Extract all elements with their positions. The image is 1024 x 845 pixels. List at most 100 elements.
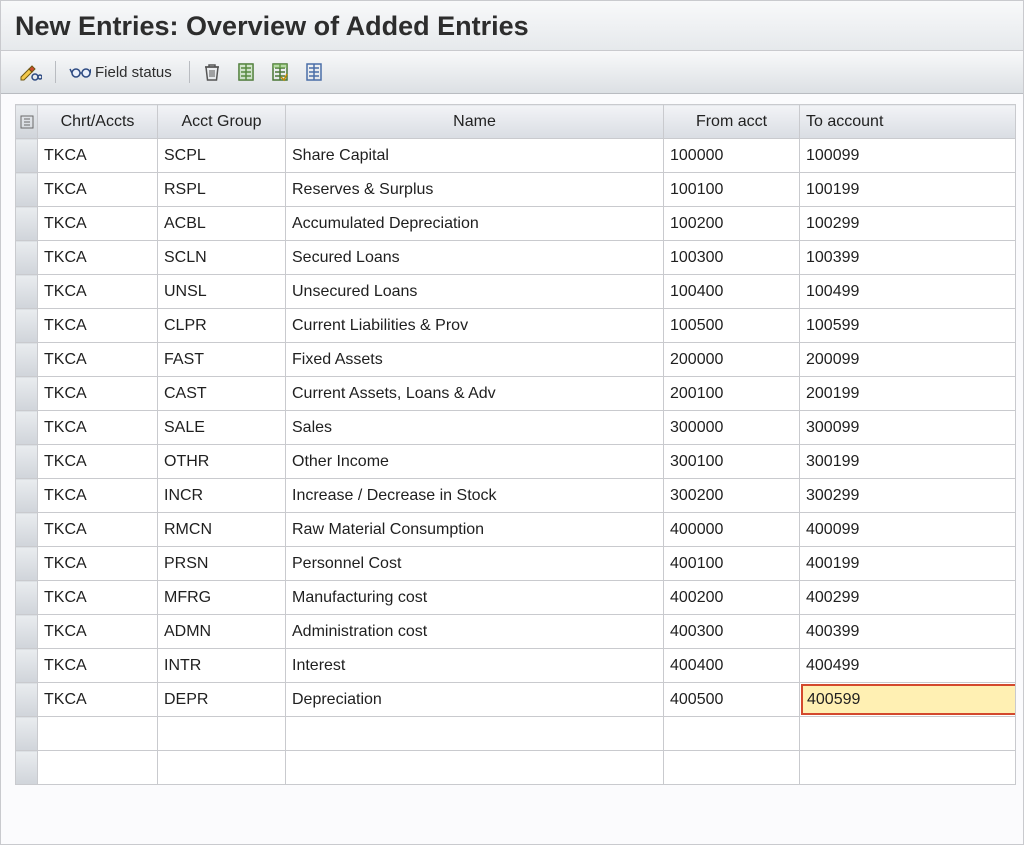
cell-from-acct[interactable]: 400000 (664, 513, 800, 547)
cell-chrt-accts[interactable]: TKCA (38, 241, 158, 275)
cell-acct-group[interactable]: FAST (158, 343, 286, 377)
cell-name[interactable]: Current Assets, Loans & Adv (286, 377, 664, 411)
row-selector[interactable] (16, 479, 38, 513)
cell-name[interactable]: Depreciation (286, 683, 664, 717)
cell-from-acct[interactable]: 100200 (664, 207, 800, 241)
cell-acct-group[interactable]: INTR (158, 649, 286, 683)
cell-from-acct[interactable]: 400100 (664, 547, 800, 581)
cell-to-account[interactable]: 400299 (800, 581, 1016, 615)
cell-to-account[interactable]: 400099 (800, 513, 1016, 547)
cell-from-acct[interactable]: 200100 (664, 377, 800, 411)
col-header-name[interactable]: Name (286, 105, 664, 139)
cell-chrt-accts[interactable]: TKCA (38, 513, 158, 547)
row-selector[interactable] (16, 309, 38, 343)
cell-from-acct[interactable]: 100100 (664, 173, 800, 207)
row-selector[interactable] (16, 173, 38, 207)
cell-empty[interactable] (800, 717, 1016, 751)
cell-to-account[interactable]: 100099 (800, 139, 1016, 173)
row-selector[interactable] (16, 139, 38, 173)
cell-acct-group[interactable]: PRSN (158, 547, 286, 581)
cell-to-account[interactable]: 200099 (800, 343, 1016, 377)
cell-acct-group[interactable]: CAST (158, 377, 286, 411)
cell-to-account[interactable]: 200199 (800, 377, 1016, 411)
cell-empty[interactable] (664, 717, 800, 751)
cell-to-account[interactable]: 100599 (800, 309, 1016, 343)
cell-acct-group[interactable]: OTHR (158, 445, 286, 479)
select-all-rows-corner[interactable] (16, 105, 38, 139)
cell-acct-group[interactable]: SCLN (158, 241, 286, 275)
col-header-chrt-accts[interactable]: Chrt/Accts (38, 105, 158, 139)
cell-from-acct[interactable]: 400300 (664, 615, 800, 649)
table-settings-button[interactable] (300, 59, 328, 85)
cell-from-acct[interactable]: 300200 (664, 479, 800, 513)
cell-from-acct[interactable]: 300100 (664, 445, 800, 479)
cell-chrt-accts[interactable]: TKCA (38, 615, 158, 649)
row-selector[interactable] (16, 615, 38, 649)
cell-from-acct[interactable]: 100500 (664, 309, 800, 343)
cell-to-account[interactable]: 300199 (800, 445, 1016, 479)
row-selector[interactable] (16, 649, 38, 683)
col-header-to-account[interactable]: To account (800, 105, 1016, 139)
cell-acct-group[interactable]: ADMN (158, 615, 286, 649)
cell-acct-group[interactable]: UNSL (158, 275, 286, 309)
cell-to-account[interactable]: 100399 (800, 241, 1016, 275)
cell-from-acct[interactable]: 100300 (664, 241, 800, 275)
cell-chrt-accts[interactable]: TKCA (38, 479, 158, 513)
cell-from-acct[interactable]: 400200 (664, 581, 800, 615)
row-selector[interactable] (16, 207, 38, 241)
cell-acct-group[interactable]: DEPR (158, 683, 286, 717)
row-selector[interactable] (16, 445, 38, 479)
row-selector[interactable] (16, 411, 38, 445)
cell-acct-group[interactable]: RMCN (158, 513, 286, 547)
cell-chrt-accts[interactable]: TKCA (38, 683, 158, 717)
select-all-button[interactable] (232, 59, 260, 85)
cell-chrt-accts[interactable]: TKCA (38, 581, 158, 615)
cell-chrt-accts[interactable]: TKCA (38, 309, 158, 343)
cell-name[interactable]: Personnel Cost (286, 547, 664, 581)
cell-from-acct[interactable]: 300000 (664, 411, 800, 445)
row-selector[interactable] (16, 717, 38, 751)
cell-acct-group[interactable]: CLPR (158, 309, 286, 343)
cell-empty[interactable] (800, 751, 1016, 785)
row-selector[interactable] (16, 581, 38, 615)
col-header-acct-group[interactable]: Acct Group (158, 105, 286, 139)
cell-chrt-accts[interactable]: TKCA (38, 207, 158, 241)
account-group-table[interactable]: Chrt/Accts Acct Group Name From acct To … (15, 104, 1016, 785)
cell-chrt-accts[interactable]: TKCA (38, 275, 158, 309)
cell-chrt-accts[interactable]: TKCA (38, 377, 158, 411)
cell-acct-group[interactable]: INCR (158, 479, 286, 513)
cell-acct-group[interactable]: RSPL (158, 173, 286, 207)
col-header-from-acct[interactable]: From acct (664, 105, 800, 139)
cell-chrt-accts[interactable]: TKCA (38, 343, 158, 377)
cell-to-account[interactable]: 300099 (800, 411, 1016, 445)
cell-from-acct[interactable]: 400400 (664, 649, 800, 683)
row-selector[interactable] (16, 275, 38, 309)
cell-to-account[interactable]: 400199 (800, 547, 1016, 581)
cell-name[interactable]: Administration cost (286, 615, 664, 649)
cell-to-account[interactable]: 100499 (800, 275, 1016, 309)
cell-chrt-accts[interactable]: TKCA (38, 547, 158, 581)
cell-empty[interactable] (38, 717, 158, 751)
cell-name[interactable]: Manufacturing cost (286, 581, 664, 615)
field-status-button[interactable]: Field status (64, 59, 181, 85)
cell-empty[interactable] (664, 751, 800, 785)
cell-chrt-accts[interactable]: TKCA (38, 139, 158, 173)
to-account-input[interactable] (801, 684, 1016, 715)
cell-name[interactable]: Current Liabilities & Prov (286, 309, 664, 343)
cell-acct-group[interactable]: MFRG (158, 581, 286, 615)
cell-name[interactable]: Accumulated Depreciation (286, 207, 664, 241)
cell-chrt-accts[interactable]: TKCA (38, 445, 158, 479)
cell-empty[interactable] (38, 751, 158, 785)
cell-name[interactable]: Fixed Assets (286, 343, 664, 377)
cell-from-acct[interactable]: 400500 (664, 683, 800, 717)
cell-name[interactable]: Other Income (286, 445, 664, 479)
cell-acct-group[interactable]: SALE (158, 411, 286, 445)
cell-name[interactable]: Secured Loans (286, 241, 664, 275)
cell-chrt-accts[interactable]: TKCA (38, 173, 158, 207)
row-selector[interactable] (16, 241, 38, 275)
cell-from-acct[interactable]: 100000 (664, 139, 800, 173)
cell-to-account[interactable]: 400499 (800, 649, 1016, 683)
cell-to-account[interactable]: 100199 (800, 173, 1016, 207)
row-selector[interactable] (16, 513, 38, 547)
delete-button[interactable] (198, 59, 226, 85)
